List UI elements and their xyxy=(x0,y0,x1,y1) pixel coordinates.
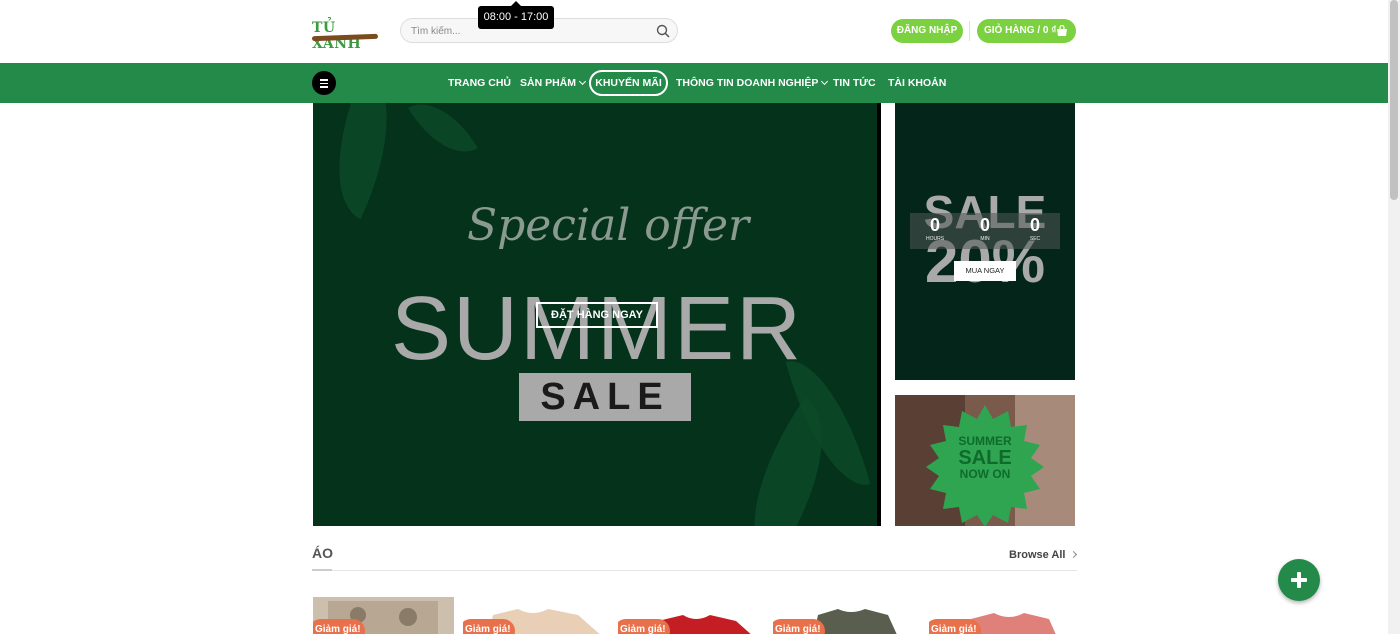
scrollbar-thumb[interactable] xyxy=(1390,0,1398,200)
countdown-minutes: 0 MIN xyxy=(960,215,1010,243)
search-icon[interactable] xyxy=(656,24,670,38)
special-offer-text: Special offer xyxy=(466,200,750,251)
sale-badge: Giảm giá! xyxy=(929,619,981,634)
cart-label: GIỎ HÀNG / 0 ₫ xyxy=(984,25,1057,36)
starburst-line: NOW ON xyxy=(959,467,1011,481)
nav-item-products[interactable]: SẢN PHẨM xyxy=(520,63,587,103)
browse-all-link[interactable]: Browse All xyxy=(1009,549,1078,561)
sale-badge: Giảm giá! xyxy=(773,619,825,634)
main-navigation: TRANG CHỦ SẢN PHẨM KHUYẾN MÃI THÔNG TIN … xyxy=(0,63,1388,103)
sale-badge: Giảm giá! xyxy=(618,619,670,634)
top-header: TỦ XANH 08:00 - 17:00 ĐĂNG NHẬP GIỎ HÀNG… xyxy=(0,0,1388,63)
product-card[interactable]: Giảm giá! xyxy=(618,597,759,634)
starburst-text: SUMMER SALE NOW ON xyxy=(923,435,1047,481)
chevron-down-icon xyxy=(578,77,587,86)
countdown-value: 0 xyxy=(979,215,990,235)
cart-button[interactable]: GIỎ HÀNG / 0 ₫ xyxy=(977,19,1076,43)
countdown-hours: 0 HOURS xyxy=(910,215,960,243)
countdown-timer: 0 HOURS 0 MIN 0 SEC xyxy=(910,213,1060,249)
summer-sale-banner[interactable]: Special offer SUMMER SALE ĐẶT HÀNG NGAY xyxy=(313,103,881,526)
header-divider xyxy=(969,21,970,41)
product-card[interactable]: Giảm giá! xyxy=(929,597,1070,634)
nav-item-label: THÔNG TIN DOANH NGHIỆP xyxy=(676,77,819,89)
hours-tooltip: 08:00 - 17:00 xyxy=(478,1,554,29)
chevron-down-icon xyxy=(821,77,829,86)
product-card[interactable]: Giảm giá! xyxy=(773,597,914,634)
shopping-bag-icon xyxy=(1057,25,1067,36)
nav-item-company-info[interactable]: THÔNG TIN DOANH NGHIỆP xyxy=(676,63,829,103)
summer-sale-now-on-banner[interactable]: SUMMER SALE NOW ON xyxy=(895,395,1075,526)
summer-headline: SUMMER xyxy=(391,279,803,379)
site-logo[interactable]: TỦ XANH xyxy=(311,20,379,52)
countdown-label: SEC xyxy=(1029,236,1041,242)
product-card[interactable]: Giảm giá! xyxy=(313,597,454,634)
countdown-seconds: 0 SEC xyxy=(1010,215,1060,243)
nav-item-promotions[interactable]: KHUYẾN MÃI xyxy=(589,70,668,96)
nav-item-label: SẢN PHẨM xyxy=(520,77,577,89)
nav-item-home[interactable]: TRANG CHỦ xyxy=(448,63,511,103)
sale-20-banner[interactable]: SALE 20% 0 HOURS 0 MIN 0 SEC MUA NGAY xyxy=(895,103,1075,380)
sale-badge: Giảm giá! xyxy=(313,619,365,634)
sale-badge: Giảm giá! xyxy=(463,619,515,634)
section-title: ÁO xyxy=(312,545,333,561)
section-title-underline xyxy=(312,569,332,571)
product-card[interactable]: Giảm giá! xyxy=(463,597,604,634)
countdown-value: 0 xyxy=(1029,215,1040,235)
browse-all-label: Browse All xyxy=(1009,549,1066,561)
buy-now-button[interactable]: MUA NGAY xyxy=(954,261,1016,281)
starburst-line: SALE xyxy=(958,447,1012,469)
add-icon[interactable] xyxy=(1278,559,1320,601)
nav-item-news[interactable]: TIN TỨC xyxy=(833,63,876,103)
countdown-label: HOURS xyxy=(925,236,945,242)
sale-label: SALE xyxy=(519,373,691,421)
order-now-button[interactable]: ĐẶT HÀNG NGAY xyxy=(536,302,658,328)
menu-icon[interactable] xyxy=(312,71,336,95)
banner-edge xyxy=(877,103,881,526)
countdown-label: MIN xyxy=(980,236,990,242)
countdown-value: 0 xyxy=(929,215,940,235)
leaf-decoration xyxy=(313,103,420,220)
leaf-decoration xyxy=(408,103,478,169)
page-scrollbar[interactable] xyxy=(1388,0,1400,634)
chevron-right-icon xyxy=(1070,550,1078,559)
section-divider xyxy=(312,570,1077,571)
login-button[interactable]: ĐĂNG NHẬP xyxy=(891,19,963,43)
nav-item-account[interactable]: TÀI KHOẢN xyxy=(888,63,946,103)
